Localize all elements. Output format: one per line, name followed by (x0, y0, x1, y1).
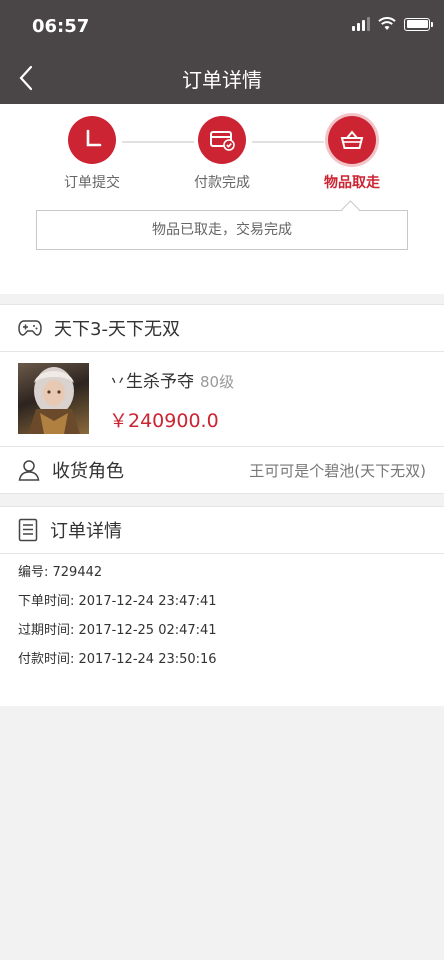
app-header: 06:57 订单详情 (0, 0, 444, 104)
step-label: 物品取走 (324, 175, 380, 191)
step-item-taken: 物品取走 (302, 116, 402, 192)
gamepad-icon (18, 320, 42, 336)
order-details-section: 订单详情 编号: 729442 下单时间: 2017-12-24 23:47:4… (0, 506, 444, 706)
order-created-time: 下单时间: 2017-12-24 23:47:41 (18, 594, 217, 609)
basket-icon (340, 130, 364, 149)
order-details-header: 订单详情 (0, 506, 444, 554)
wifi-icon (378, 17, 396, 30)
order-details-title: 订单详情 (50, 521, 122, 542)
receiver-value: 王可可是个碧池(天下无双) (249, 461, 426, 480)
user-icon (18, 460, 40, 481)
page-title: 订单详情 (182, 68, 262, 92)
order-number: 编号: 729442 (18, 565, 103, 580)
step-label: 付款完成 (194, 175, 250, 191)
card-paid-icon (210, 131, 235, 151)
character-avatar (18, 363, 89, 434)
order-expire-time: 过期时间: 2017-12-25 02:47:41 (18, 623, 217, 638)
status-time: 06:57 (32, 16, 90, 37)
signal-icon (352, 17, 370, 31)
step-label: 订单提交 (64, 175, 120, 191)
battery-icon (404, 17, 433, 31)
document-icon (18, 518, 38, 542)
order-details-list: 编号: 729442 下单时间: 2017-12-24 23:47:41 过期时… (0, 554, 444, 674)
step-payment-complete: 付款完成 (172, 116, 272, 192)
product-item[interactable]: 丷生杀予夺 80级 ￥240900.0 (0, 352, 444, 446)
status-icons (352, 17, 433, 31)
product-price: ￥240900.0 (109, 410, 219, 432)
product-section: 天下3-天下无双 丷生杀予夺 80级 ￥240900.0 收货角色 王可可是个碧… (0, 304, 444, 494)
clock-icon (86, 129, 102, 147)
order-paid-time: 付款时间: 2017-12-24 23:50:16 (18, 652, 217, 667)
receiver-row: 收货角色 王可可是个碧池(天下无双) (0, 446, 444, 494)
game-header: 天下3-天下无双 (0, 304, 444, 352)
game-name: 天下3-天下无双 (54, 319, 180, 340)
product-level: 80级 (200, 373, 235, 391)
receiver-label: 收货角色 (52, 461, 124, 482)
product-name: 丷生杀予夺 (109, 372, 194, 392)
order-progress: 订单提交 付款完成 物品取走 物品已取走，交易完成 (0, 104, 444, 294)
step-order-submitted: 订单提交 (42, 116, 142, 192)
